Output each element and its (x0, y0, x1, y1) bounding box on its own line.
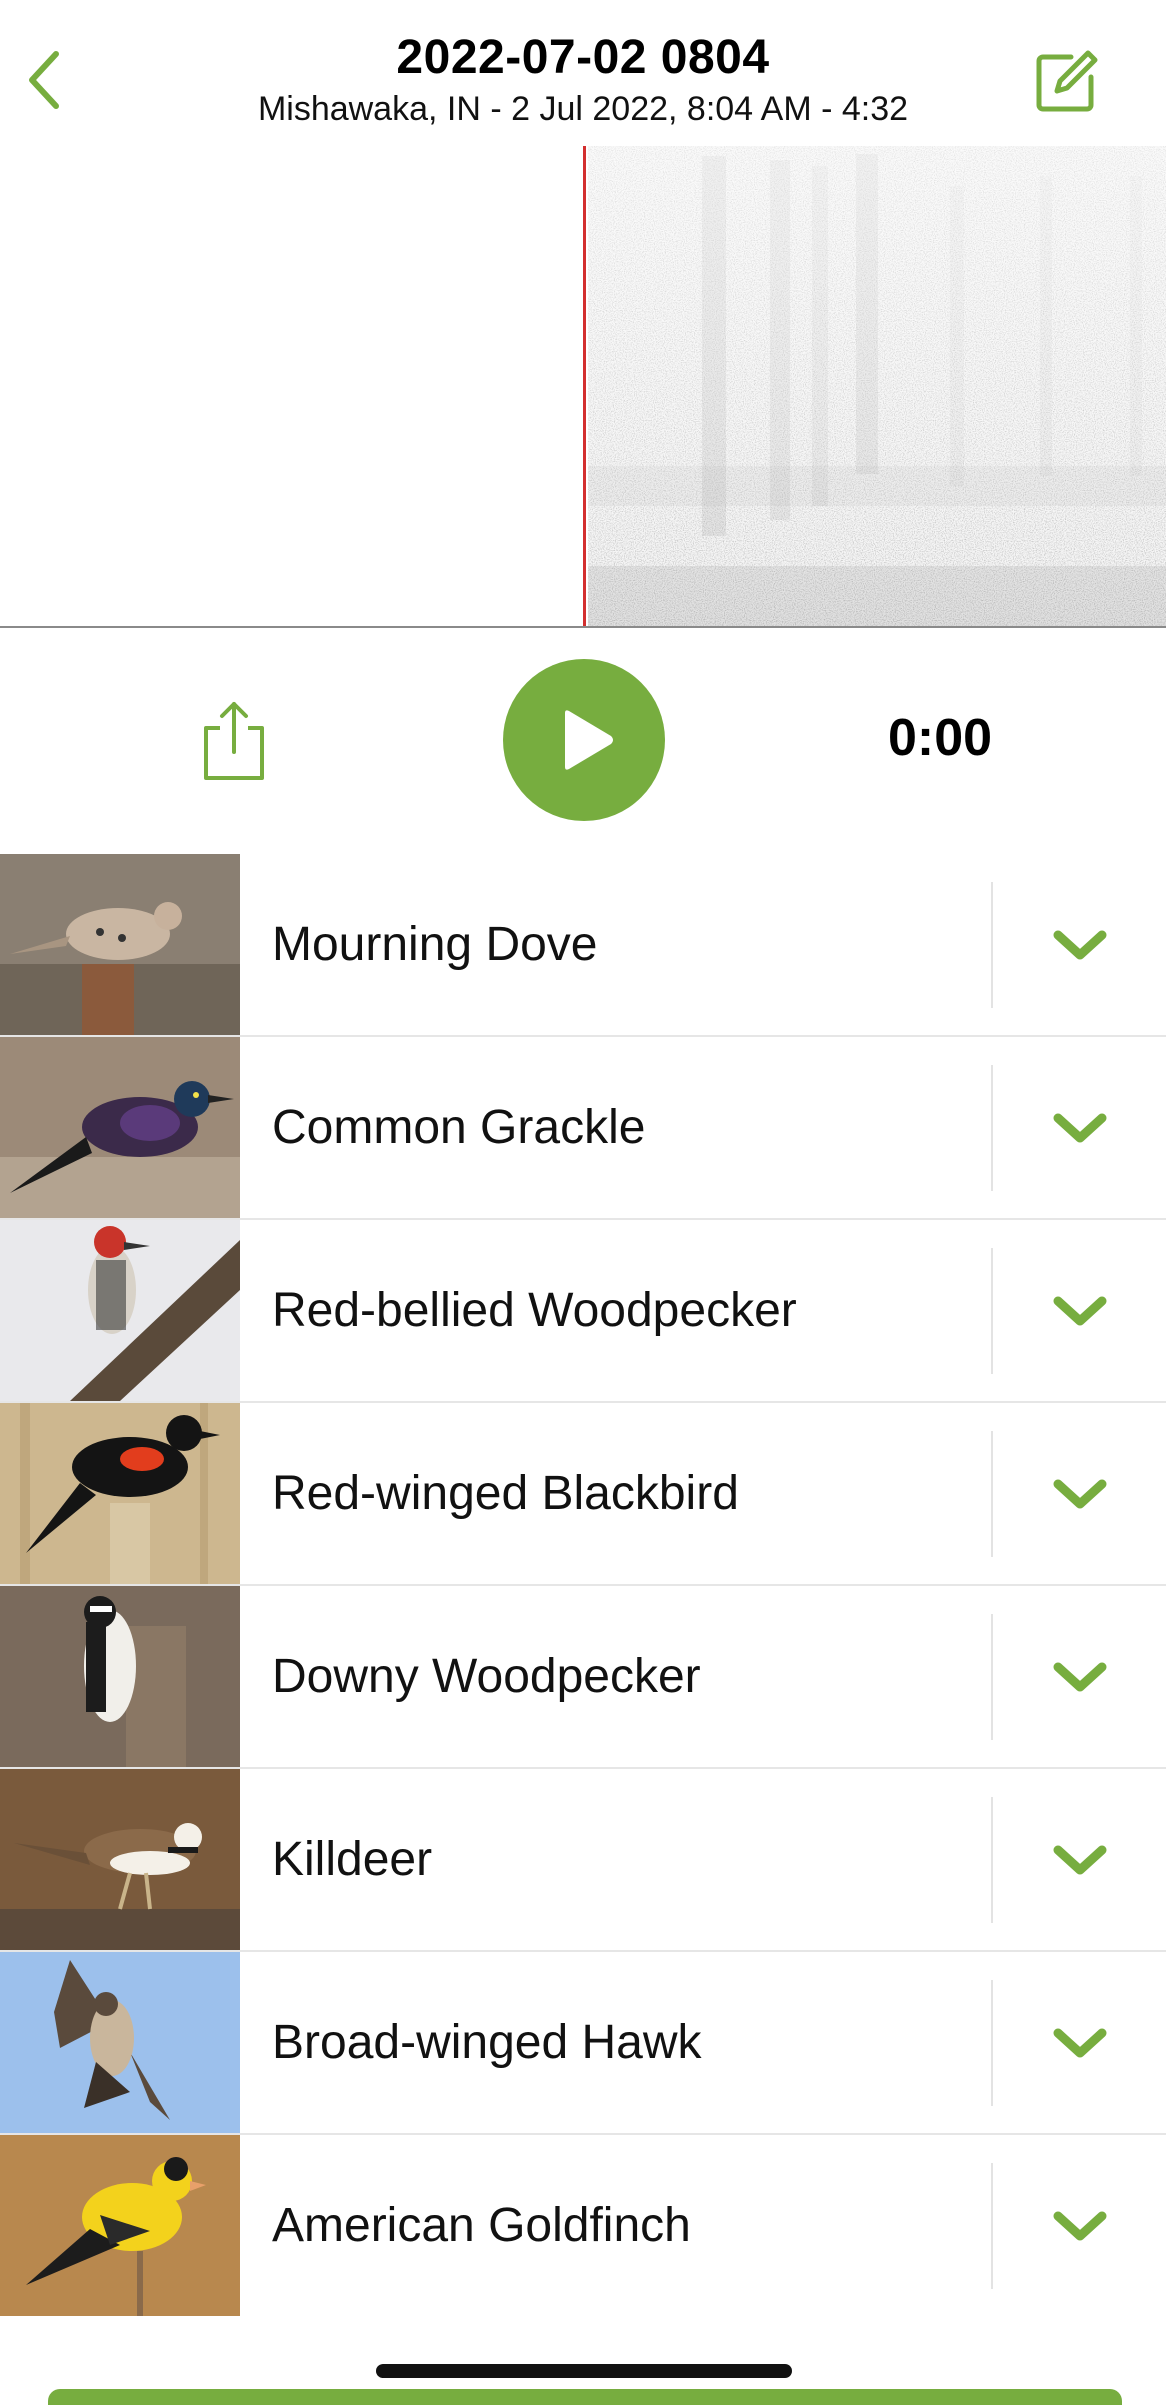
edit-square-icon (1036, 50, 1098, 112)
species-row-killdeer[interactable]: Killdeer (0, 1769, 1166, 1952)
expand-button[interactable] (1048, 1099, 1112, 1157)
row-divider (991, 1431, 993, 1557)
bird-photo (0, 1586, 240, 1767)
bird-photo (0, 1037, 240, 1218)
row-divider (991, 1980, 993, 2106)
species-row-american-goldfinch[interactable]: American Goldfinch (0, 2135, 1166, 2318)
row-divider (991, 1248, 993, 1374)
bird-photo (0, 1220, 240, 1401)
row-divider (991, 882, 993, 1008)
chevron-down-icon (1053, 930, 1107, 960)
species-list: Mourning Dove Common Grackle Red-bellied… (0, 854, 1166, 2318)
spectrogram[interactable] (0, 146, 1166, 628)
bird-photo (0, 1403, 240, 1584)
expand-button[interactable] (1048, 916, 1112, 974)
expand-button[interactable] (1048, 1831, 1112, 1889)
edit-button[interactable] (1030, 44, 1104, 118)
species-name: Mourning Dove (272, 918, 598, 971)
recording-subtitle: Mishawaka, IN - 2 Jul 2022, 8:04 AM - 4:… (257, 90, 909, 128)
share-icon (204, 702, 264, 780)
playback-time: 0:00 (887, 709, 993, 767)
species-name: Red-winged Blackbird (272, 1467, 739, 1520)
species-row-common-grackle[interactable]: Common Grackle (0, 1037, 1166, 1220)
play-icon (565, 710, 613, 770)
row-divider (991, 1614, 993, 1740)
species-row-broad-winged-hawk[interactable]: Broad-winged Hawk (0, 1952, 1166, 2135)
chevron-down-icon (1053, 2028, 1107, 2058)
spectrogram-noise (588, 146, 1166, 628)
bird-photo (0, 1952, 240, 2133)
species-row-red-winged-blackbird[interactable]: Red-winged Blackbird (0, 1403, 1166, 1586)
bottom-action-bar[interactable] (48, 2389, 1122, 2405)
chevron-down-icon (1053, 1113, 1107, 1143)
species-name: American Goldfinch (272, 2199, 691, 2252)
expand-button[interactable] (1048, 2014, 1112, 2072)
playhead-line[interactable] (583, 146, 586, 628)
species-name: Broad-winged Hawk (272, 2016, 702, 2069)
species-row-mourning-dove[interactable]: Mourning Dove (0, 854, 1166, 1037)
chevron-down-icon (1053, 1296, 1107, 1326)
player-controls: 0:00 (0, 628, 1166, 854)
species-name: Downy Woodpecker (272, 1650, 701, 1703)
chevron-down-icon (1053, 1479, 1107, 1509)
row-divider (991, 1797, 993, 1923)
share-button[interactable] (196, 698, 272, 784)
expand-button[interactable] (1048, 1648, 1112, 1706)
expand-button[interactable] (1048, 1465, 1112, 1523)
row-divider (991, 1065, 993, 1191)
row-divider (991, 2163, 993, 2289)
home-indicator (376, 2364, 792, 2378)
chevron-down-icon (1053, 1845, 1107, 1875)
species-name: Killdeer (272, 1833, 433, 1886)
bird-photo (0, 1769, 240, 1950)
chevron-down-icon (1053, 2211, 1107, 2241)
bird-photo (0, 2135, 240, 2316)
expand-button[interactable] (1048, 2197, 1112, 2255)
play-button[interactable] (503, 659, 665, 821)
expand-button[interactable] (1048, 1282, 1112, 1340)
species-name: Common Grackle (272, 1101, 646, 1154)
header: 2022-07-02 0804 Mishawaka, IN - 2 Jul 20… (0, 0, 1166, 146)
bird-photo (0, 854, 240, 1035)
species-row-downy-woodpecker[interactable]: Downy Woodpecker (0, 1586, 1166, 1769)
species-row-red-bellied-woodpecker[interactable]: Red-bellied Woodpecker (0, 1220, 1166, 1403)
species-name: Red-bellied Woodpecker (272, 1284, 797, 1337)
recording-title: 2022-07-02 0804 (396, 31, 770, 84)
chevron-down-icon (1053, 1662, 1107, 1692)
